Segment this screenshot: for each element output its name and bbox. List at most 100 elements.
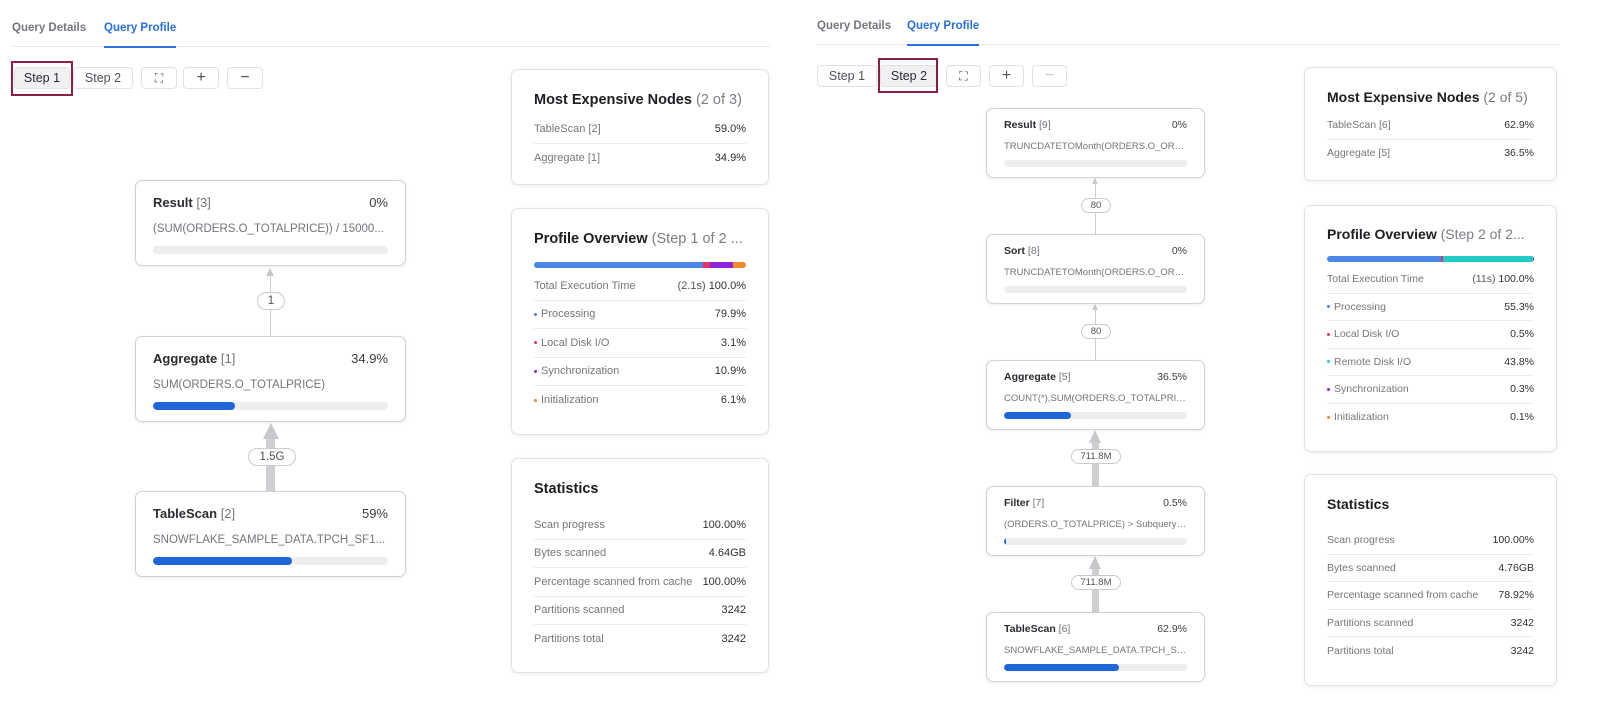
row-label: Total Execution Time bbox=[1327, 273, 1424, 286]
statistic-row: Scan progress 100.00% bbox=[534, 511, 746, 540]
expensive-node-row[interactable]: Aggregate [1] 34.9% bbox=[534, 144, 746, 173]
row-label: Local Disk I/O bbox=[1334, 328, 1400, 341]
node-percent: 0.5% bbox=[1163, 497, 1187, 509]
step-2-button[interactable]: Step 2 bbox=[880, 65, 938, 87]
node-sort[interactable]: Sort [8] 0% TRUNCDATETOMonth(ORDERS.O_OR… bbox=[986, 234, 1205, 304]
statistics-list: Scan progress 100.00% Bytes scanned 4.76GB… bbox=[1327, 527, 1534, 665]
row-value: 62.9% bbox=[1504, 119, 1534, 132]
node-title: Sort bbox=[1004, 245, 1025, 257]
profile-overview-card: Profile Overview (Step 2 of 2... Total E… bbox=[1304, 205, 1557, 452]
processing-dot-icon bbox=[534, 312, 537, 316]
breakdown-row: Remote Disk I/O 43.8% bbox=[1327, 349, 1534, 376]
node-cost-bar bbox=[153, 246, 388, 254]
node-result[interactable]: Result [9] 0% TRUNCDATETOMonth(ORDERS.O_… bbox=[986, 108, 1205, 178]
node-description: (SUM(ORDERS.O_TOTALPRICE)) / 15000... bbox=[153, 223, 384, 235]
node-description: TRUNCDATETOMonth(ORDERS.O_ORDE... bbox=[1004, 267, 1187, 278]
zoom-in-button[interactable]: + bbox=[183, 67, 219, 89]
node-id: [9] bbox=[1039, 119, 1051, 131]
step-2-button[interactable]: Step 2 bbox=[73, 67, 133, 89]
row-value: 100.0% bbox=[708, 279, 746, 292]
expensive-node-row[interactable]: TableScan [2] 59.0% bbox=[534, 115, 746, 144]
card-title: Profile Overview (Step 2 of 2... bbox=[1327, 226, 1540, 242]
initialization-dot-icon bbox=[534, 398, 537, 402]
query-profile-pane-step-1: Query Details Query Profile Step 1 Step … bbox=[0, 0, 790, 707]
node-cost-bar-fill bbox=[1004, 538, 1006, 545]
node-description: SUM(ORDERS.O_TOTALPRICE) bbox=[153, 379, 326, 391]
node-percent: 0% bbox=[1171, 119, 1187, 131]
fit-to-screen-button[interactable]: ⛶ bbox=[141, 67, 177, 89]
zoom-out-button[interactable]: − bbox=[227, 67, 263, 89]
tab-query-details[interactable]: Query Details bbox=[12, 20, 86, 47]
statistic-row: Percentage scanned from cache 100.00% bbox=[534, 568, 746, 597]
breakdown-segment-remote-disk-i-o bbox=[1442, 256, 1534, 262]
remote-disk-io-dot-icon bbox=[1327, 360, 1330, 364]
node-id: [2] bbox=[220, 506, 236, 521]
node-percent: 62.9% bbox=[1157, 623, 1187, 635]
node-aggregate[interactable]: Aggregate [5] 36.5% COUNT(*),SUM(ORDERS.… bbox=[986, 360, 1205, 430]
node-id: [7] bbox=[1032, 497, 1045, 509]
node-cost-bar bbox=[1004, 160, 1187, 167]
row-label: TableScan [6] bbox=[1327, 119, 1391, 132]
node-aggregate[interactable]: Aggregate [1] 34.9% SUM(ORDERS.O_TOTALPR… bbox=[135, 336, 406, 422]
node-title: Aggregate bbox=[1004, 371, 1056, 383]
row-value: 100.00% bbox=[702, 518, 746, 531]
step-1-button[interactable]: Step 1 bbox=[14, 67, 70, 89]
fit-to-screen-button[interactable]: ⛶ bbox=[946, 65, 981, 87]
row-label: Synchronization bbox=[1334, 383, 1409, 396]
node-cost-bar-fill bbox=[153, 557, 292, 565]
expensive-node-row[interactable]: TableScan [6] 62.9% bbox=[1327, 112, 1534, 140]
row-label: Bytes scanned bbox=[1327, 561, 1396, 574]
row-value: 79.9% bbox=[714, 308, 746, 321]
row-value: 43.8% bbox=[1504, 355, 1534, 368]
expensive-node-row[interactable]: Aggregate [5] 36.5% bbox=[1327, 140, 1534, 168]
node-title: Result bbox=[153, 195, 193, 210]
edge-row-count: 80 bbox=[1081, 198, 1111, 213]
row-label: Partitions scanned bbox=[534, 604, 625, 617]
total-execution-time-row: Total Execution Time (11s) 100.0% bbox=[1327, 266, 1534, 294]
node-description: TRUNCDATETOMonth(ORDERS.O_ORDE... bbox=[1004, 141, 1187, 152]
breakdown-row: Initialization 0.1% bbox=[1327, 404, 1534, 432]
zoom-out-button[interactable]: − bbox=[1032, 65, 1067, 87]
breakdown-row: Synchronization 0.3% bbox=[1327, 376, 1534, 404]
arrow-head-icon bbox=[266, 268, 274, 276]
node-title: Result bbox=[1004, 119, 1037, 131]
row-label: Percentage scanned from cache bbox=[534, 575, 693, 588]
expensive-node-list: TableScan [2] 59.0% Aggregate [1] 34.9% bbox=[534, 115, 746, 172]
row-value: 34.9% bbox=[714, 151, 746, 164]
most-expensive-nodes-card: Most Expensive Nodes (2 of 5) TableScan … bbox=[1304, 67, 1557, 181]
zoom-in-button[interactable]: + bbox=[989, 65, 1024, 87]
plus-icon: + bbox=[196, 69, 206, 86]
node-title: Filter bbox=[1004, 497, 1030, 509]
row-value: 3242 bbox=[1510, 616, 1534, 629]
node-cost-bar-fill bbox=[1004, 412, 1071, 419]
step-1-button[interactable]: Step 1 bbox=[817, 65, 877, 87]
breakdown-row: Synchronization 10.9% bbox=[534, 358, 746, 386]
row-label: Bytes scanned bbox=[534, 547, 607, 560]
node-cost-bar bbox=[1004, 286, 1187, 293]
node-tablescan[interactable]: TableScan [6] 62.9% SNOWFLAKE_SAMPLE_DAT… bbox=[986, 612, 1205, 682]
row-value: 0.5% bbox=[1510, 328, 1534, 341]
node-filter[interactable]: Filter [7] 0.5% (ORDERS.O_TOTALPRICE) > … bbox=[986, 486, 1205, 556]
statistic-row: Partitions scanned 3242 bbox=[534, 597, 746, 625]
card-subtitle: (Step 2 of 2... bbox=[1440, 226, 1525, 242]
tab-query-profile[interactable]: Query Profile bbox=[104, 20, 177, 48]
row-label: Aggregate [1] bbox=[534, 151, 601, 164]
row-label: Initialization bbox=[541, 394, 599, 407]
row-value: 100.0% bbox=[1498, 273, 1534, 286]
tab-query-profile[interactable]: Query Profile bbox=[907, 18, 980, 46]
card-title-text: Most Expensive Nodes bbox=[1327, 89, 1480, 105]
statistic-row: Partitions total 3242 bbox=[1327, 637, 1534, 665]
most-expensive-nodes-card: Most Expensive Nodes (2 of 3) TableScan … bbox=[511, 69, 769, 185]
node-cost-bar bbox=[1004, 412, 1187, 419]
statistic-row: Bytes scanned 4.76GB bbox=[1327, 555, 1534, 582]
tab-query-details[interactable]: Query Details bbox=[817, 18, 891, 45]
row-value: 0.1% bbox=[1510, 411, 1534, 424]
node-result[interactable]: Result [3] 0% (SUM(ORDERS.O_TOTALPRICE))… bbox=[135, 180, 406, 266]
breakdown-segment-processing bbox=[1327, 256, 1442, 262]
node-tablescan[interactable]: TableScan [2] 59% SNOWFLAKE_SAMPLE_DATA.… bbox=[135, 491, 406, 577]
edge-row-count: 1.5G bbox=[248, 448, 296, 466]
arrow-head-icon bbox=[1092, 178, 1098, 184]
synchronization-dot-icon bbox=[1327, 387, 1330, 391]
profile-overview-card: Profile Overview (Step 1 of 2 ... Total … bbox=[511, 208, 769, 435]
card-subtitle: (Step 1 of 2 ... bbox=[651, 231, 743, 247]
